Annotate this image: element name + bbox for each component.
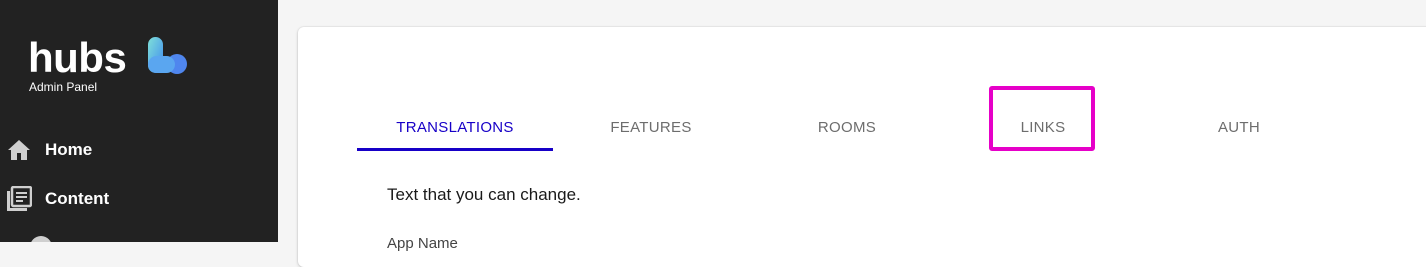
sidebar-item-home[interactable]: Home — [0, 130, 278, 170]
settings-card: TRANSLATIONS FEATURES ROOMS LINKS AUTH T… — [298, 27, 1426, 267]
sidebar-item-label: Content — [45, 189, 110, 208]
tab-bar: TRANSLATIONS FEATURES ROOMS LINKS AUTH — [357, 103, 1337, 151]
sidebar-item-content[interactable]: Content — [0, 179, 278, 219]
library-icon — [6, 186, 32, 212]
tab-rooms[interactable]: ROOMS — [749, 103, 945, 151]
section-description: Text that you can change. — [387, 185, 581, 204]
active-tab-indicator — [357, 148, 553, 151]
hubs-logo[interactable]: hubs Admin Panel — [28, 34, 208, 94]
app-name-label: App Name — [387, 235, 458, 252]
logo-subtitle: Admin Panel — [29, 80, 98, 94]
logo-wordmark: hubs — [28, 34, 127, 81]
sidebar-item-label: Home — [45, 140, 93, 159]
hubs-logo-icon — [148, 37, 187, 74]
home-icon — [6, 137, 32, 163]
tab-translations[interactable]: TRANSLATIONS — [357, 103, 553, 151]
sidebar-next-item-icon — [30, 236, 52, 242]
links-tab-highlight — [989, 86, 1095, 151]
sidebar: hubs Admin Panel Home Content — [0, 0, 278, 242]
tab-auth[interactable]: AUTH — [1141, 103, 1337, 151]
tab-features[interactable]: FEATURES — [553, 103, 749, 151]
